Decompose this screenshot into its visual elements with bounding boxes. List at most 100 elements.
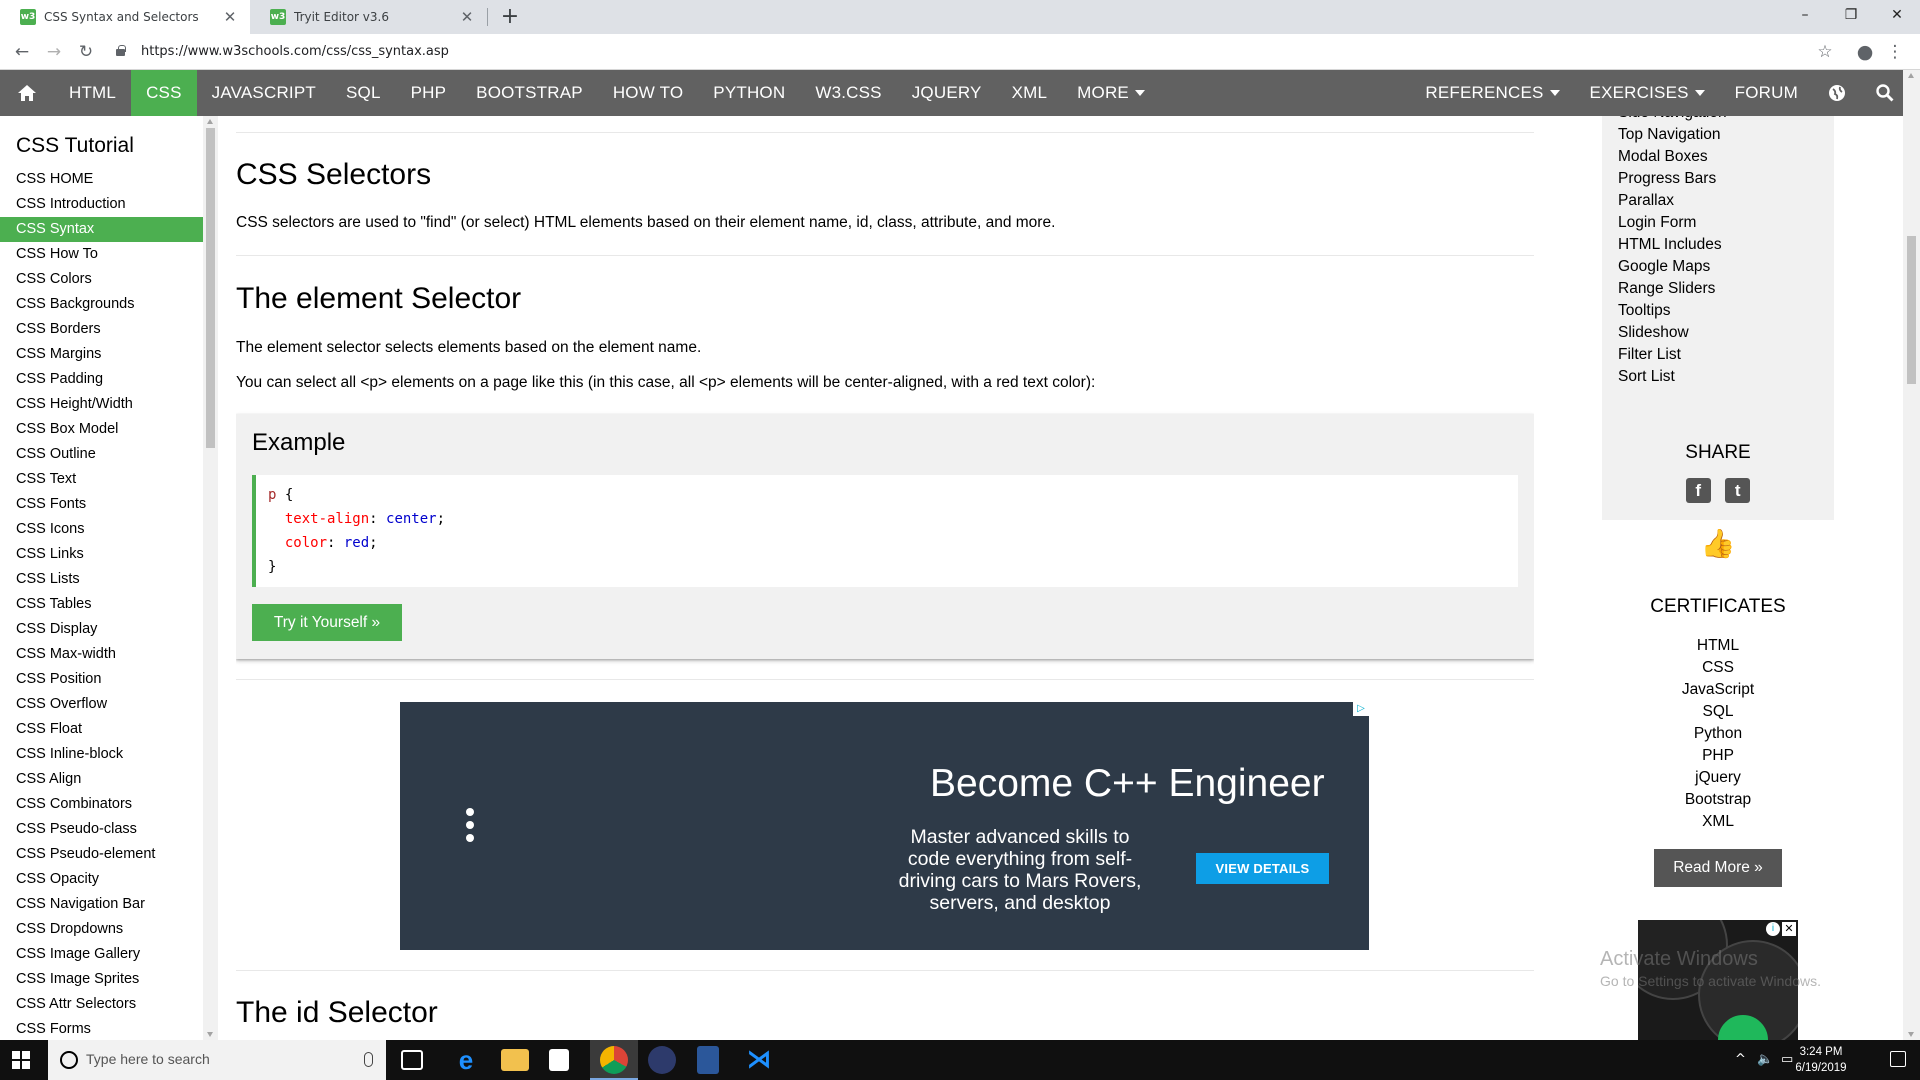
sidebar-item[interactable]: CSS How To [0, 242, 203, 267]
ad-choices-icon[interactable]: ▷ [1353, 702, 1369, 716]
nav-jquery[interactable]: JQUERY [897, 70, 997, 116]
reload-icon[interactable]: ↻ [74, 40, 98, 64]
certificate-link[interactable]: jQuery [1602, 767, 1834, 789]
howto-link[interactable]: Login Form [1618, 212, 1727, 234]
windows-start-icon[interactable] [12, 1051, 30, 1069]
ad-view-details-button[interactable]: VIEW DETAILS [1196, 853, 1329, 884]
scroll-up-arrow-icon[interactable] [207, 119, 213, 124]
howto-link[interactable]: Filter List [1618, 344, 1727, 366]
notifications-icon[interactable] [1890, 1051, 1906, 1067]
sidebar-item[interactable]: CSS Navigation Bar [0, 892, 203, 917]
sidebar-scrollbar[interactable] [203, 116, 218, 1040]
certificate-link[interactable]: CSS [1602, 657, 1834, 679]
nav-html[interactable]: HTML [54, 70, 131, 116]
sidebar-scroll-thumb[interactable] [206, 128, 215, 448]
nav-how-to[interactable]: HOW TO [598, 70, 698, 116]
sidebar-item[interactable]: CSS Image Sprites [0, 967, 203, 992]
lock-icon[interactable] [116, 45, 126, 56]
browser-menu-icon[interactable]: ⋮ [1883, 40, 1907, 64]
certificate-link[interactable]: Bootstrap [1602, 789, 1834, 811]
nav-bootstrap[interactable]: BOOTSTRAP [461, 70, 598, 116]
nav-sql[interactable]: SQL [331, 70, 396, 116]
tab-tryit-editor[interactable]: w3 Tryit Editor v3.6 ✕ [250, 0, 487, 34]
nav-css[interactable]: CSS [131, 70, 197, 116]
howto-link[interactable]: Slideshow [1618, 322, 1727, 344]
tray-chevron-up-icon[interactable]: ^ [1735, 1052, 1746, 1067]
advertisement-banner[interactable]: Become C++ Engineer Master advanced skil… [400, 702, 1369, 950]
volume-icon[interactable]: 🔈 [1757, 1052, 1773, 1067]
sidebar-item[interactable]: CSS Inline-block [0, 742, 203, 767]
page-scroll-thumb[interactable] [1907, 236, 1916, 384]
certificate-link[interactable]: PHP [1602, 745, 1834, 767]
ad-close-icon[interactable]: ✕ [1782, 922, 1796, 936]
nav-more[interactable]: MORE [1062, 70, 1160, 116]
chrome-icon[interactable] [600, 1046, 628, 1074]
sidebar-item[interactable]: CSS Padding [0, 367, 203, 392]
sidebar-item[interactable]: CSS Height/Width [0, 392, 203, 417]
nav-python[interactable]: PYTHON [698, 70, 800, 116]
forward-arrow-icon[interactable]: → [42, 40, 66, 64]
howto-link[interactable]: Range Sliders [1618, 278, 1727, 300]
nav-forum[interactable]: FORUM [1720, 70, 1813, 116]
certificate-link[interactable]: HTML [1602, 635, 1834, 657]
certificate-link[interactable]: XML [1602, 811, 1834, 833]
thumbs-up-icon[interactable]: 👍 [1602, 527, 1834, 560]
nav-references[interactable]: REFERENCES [1410, 70, 1574, 116]
sidebar-item[interactable]: CSS Backgrounds [0, 292, 203, 317]
certificate-link[interactable]: JavaScript [1602, 679, 1834, 701]
close-tab-icon[interactable]: ✕ [455, 8, 479, 26]
twitter-icon[interactable]: t [1725, 478, 1751, 503]
ad-info-icon[interactable]: i [1766, 922, 1780, 936]
sidebar-item[interactable]: CSS Lists [0, 567, 203, 592]
nav-w3css[interactable]: W3.CSS [800, 70, 896, 116]
sidebar-item[interactable]: CSS HOME [0, 167, 203, 192]
sidebar-item[interactable]: CSS Align [0, 767, 203, 792]
sidebar-item[interactable]: CSS Max-width [0, 642, 203, 667]
close-tab-icon[interactable]: ✕ [218, 8, 242, 26]
store-icon[interactable] [549, 1049, 569, 1071]
sidebar-item[interactable]: CSS Attr Selectors [0, 992, 203, 1017]
sidebar-item[interactable]: CSS Text [0, 467, 203, 492]
howto-link[interactable]: Progress Bars [1618, 168, 1727, 190]
sidebar-item[interactable]: CSS Float [0, 717, 203, 742]
sidebar-item[interactable]: CSS Colors [0, 267, 203, 292]
howto-link[interactable]: Top Navigation [1618, 124, 1727, 146]
howto-link[interactable]: Sort List [1618, 366, 1727, 388]
vscode-icon[interactable]: ⋊ [745, 1046, 773, 1074]
new-tab-button[interactable]: + [495, 2, 525, 32]
sidebar-item[interactable]: CSS Fonts [0, 492, 203, 517]
sidebar-item[interactable]: CSS Margins [0, 342, 203, 367]
sidebar-item[interactable]: CSS Links [0, 542, 203, 567]
sidebar-item[interactable]: CSS Overflow [0, 692, 203, 717]
facebook-icon[interactable]: f [1685, 478, 1711, 503]
read-more-button[interactable]: Read More » [1654, 849, 1782, 887]
sidebar-item[interactable]: CSS Borders [0, 317, 203, 342]
globe-icon[interactable] [1813, 70, 1861, 116]
howto-link[interactable]: Parallax [1618, 190, 1727, 212]
sidebar-item[interactable]: CSS Pseudo-element [0, 842, 203, 867]
sidebar-item[interactable]: CSS Combinators [0, 792, 203, 817]
sidebar-item[interactable]: CSS Opacity [0, 867, 203, 892]
nav-exercises[interactable]: EXERCISES [1575, 70, 1720, 116]
eclipse-icon[interactable] [648, 1046, 676, 1074]
tab-css-syntax[interactable]: w3 CSS Syntax and Selectors ✕ [0, 0, 250, 34]
sidebar-item[interactable]: CSS Dropdowns [0, 917, 203, 942]
certificate-link[interactable]: SQL [1602, 701, 1834, 723]
taskbar-search-box[interactable]: Type here to search [48, 1040, 386, 1080]
sidebar-item[interactable]: CSS Box Model [0, 417, 203, 442]
edge-icon[interactable]: e [452, 1046, 480, 1074]
sidebar-item[interactable]: CSS Display [0, 617, 203, 642]
url-input[interactable]: https://www.w3schools.com/css/css_syntax… [141, 43, 1811, 61]
sidebar-item[interactable]: CSS Outline [0, 442, 203, 467]
try-it-yourself-button[interactable]: Try it Yourself » [252, 604, 402, 641]
sidebar-item[interactable]: CSS Image Gallery [0, 942, 203, 967]
close-window-button[interactable]: ✕ [1874, 0, 1920, 30]
sidebar-item[interactable]: CSS Tables [0, 592, 203, 617]
howto-link[interactable]: HTML Includes [1618, 234, 1727, 256]
nav-javascript[interactable]: JAVASCRIPT [197, 70, 331, 116]
scroll-down-arrow-icon[interactable] [207, 1032, 213, 1037]
sidebar-item[interactable]: CSS Icons [0, 517, 203, 542]
ad-menu-dots-icon[interactable] [466, 808, 474, 847]
nav-xml[interactable]: XML [997, 70, 1063, 116]
howto-link[interactable]: Tooltips [1618, 300, 1727, 322]
